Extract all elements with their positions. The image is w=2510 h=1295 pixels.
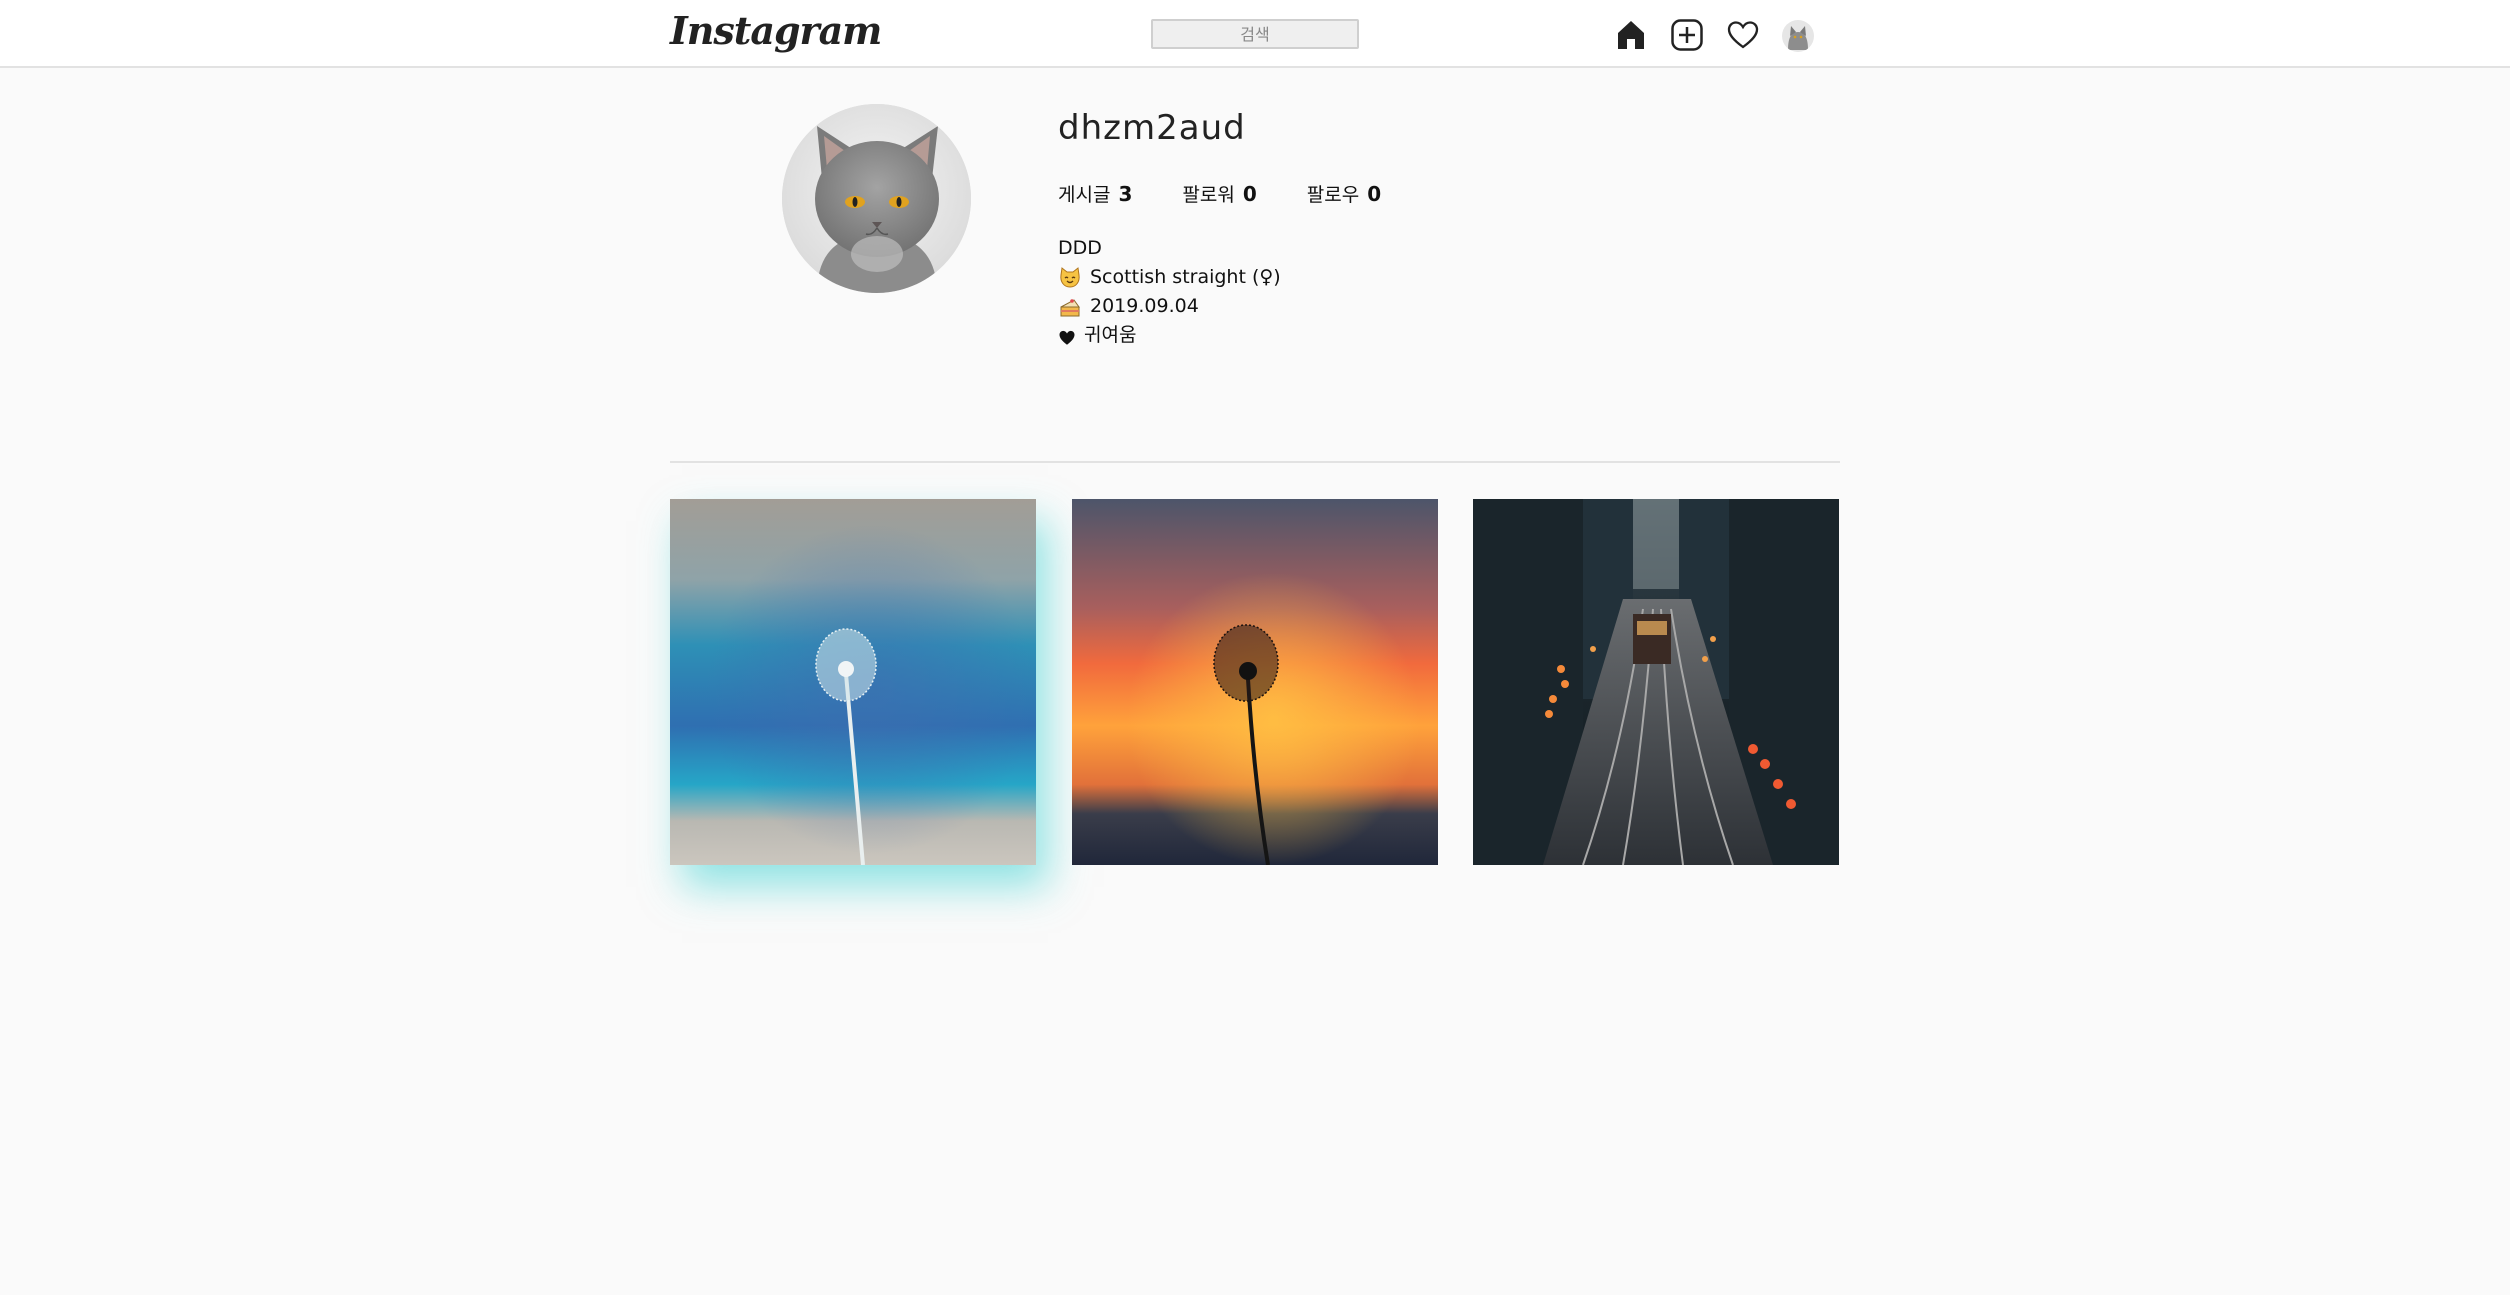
stat-label: 팔로워: [1182, 184, 1235, 206]
search-input[interactable]: [1151, 19, 1359, 49]
profile-stats: 게시글 3 팔로워 0 팔로우 0: [1058, 180, 1381, 207]
followers-count-stat[interactable]: 팔로워 0: [1182, 180, 1256, 207]
bio-line: 귀여움: [1058, 321, 1281, 350]
profile-photo[interactable]: [782, 104, 971, 293]
stat-count: 3: [1118, 182, 1133, 206]
bio-text: DDD: [1058, 237, 1102, 259]
stat-label: 게시글: [1058, 184, 1111, 206]
stat-count: 0: [1242, 182, 1257, 206]
bio-line: DDD: [1058, 234, 1281, 263]
profile-divider: [670, 461, 1840, 463]
bio-breed: Scottish straight (♀): [1090, 266, 1281, 288]
profile-avatar[interactable]: [1782, 20, 1814, 52]
profile-username: dhzm2aud: [1058, 108, 1246, 148]
post-thumbnail-dandelion-sunset[interactable]: [1072, 499, 1438, 865]
bio-note: 귀여움: [1084, 324, 1137, 346]
profile-bio: DDD Scottish straight (♀) 2019.09.04 귀여움: [1058, 234, 1281, 350]
following-count-stat[interactable]: 팔로우 0: [1307, 180, 1381, 207]
cat-face-icon: [1058, 266, 1082, 290]
top-navigation-bar: Instagram: [0, 0, 2510, 68]
post-thumbnail-city-street[interactable]: [1473, 499, 1839, 865]
cake-icon: [1058, 295, 1082, 319]
home-icon[interactable]: [1614, 18, 1648, 52]
heart-icon[interactable]: [1726, 18, 1760, 52]
add-post-icon[interactable]: [1670, 18, 1704, 52]
stat-label: 팔로우: [1306, 184, 1360, 206]
instagram-logo[interactable]: Instagram: [670, 8, 882, 53]
stat-count: 0: [1367, 182, 1382, 206]
posts-count-stat[interactable]: 게시글 3: [1058, 180, 1132, 207]
black-heart-icon: [1058, 327, 1076, 345]
bio-line: Scottish straight (♀): [1058, 263, 1281, 292]
bio-birthday: 2019.09.04: [1090, 295, 1199, 317]
bio-line: 2019.09.04: [1058, 292, 1281, 321]
post-thumbnail-dandelion-blue[interactable]: [670, 499, 1036, 865]
